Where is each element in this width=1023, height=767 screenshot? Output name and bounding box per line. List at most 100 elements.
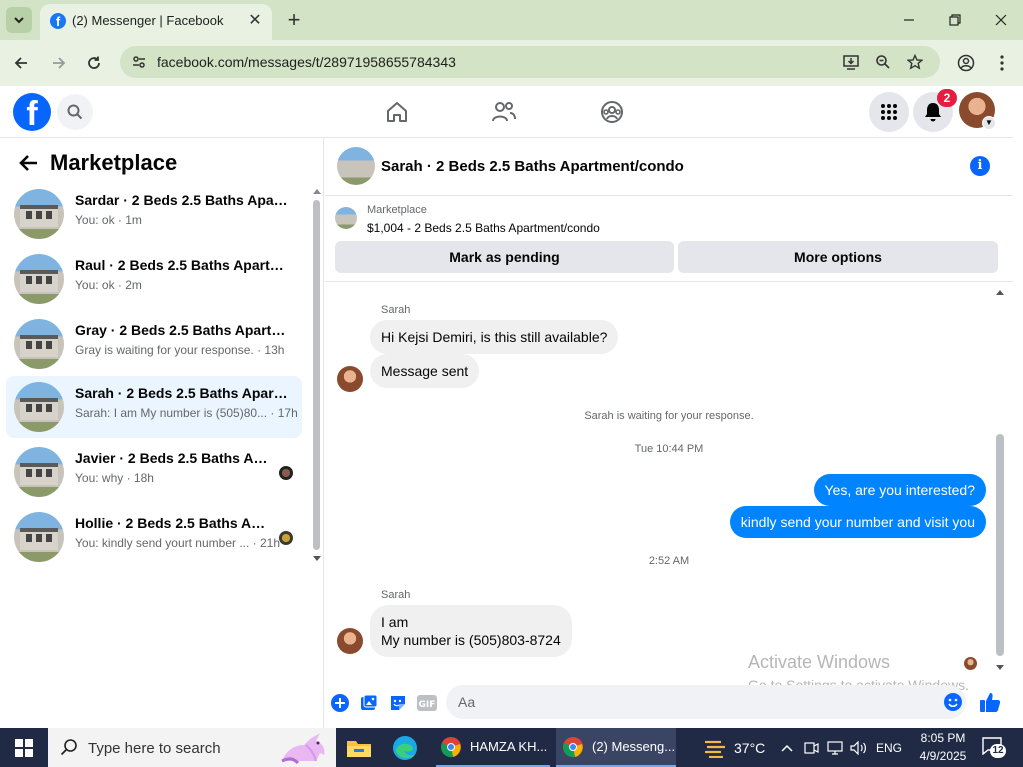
chat-list-item-active[interactable]: Sarah · 2 Beds 2.5 Baths Apartment/condo… xyxy=(6,376,302,438)
site-info-icon[interactable] xyxy=(130,53,148,71)
edge-icon xyxy=(393,735,417,760)
sticker-button[interactable] xyxy=(388,693,408,713)
facebook-search-button[interactable] xyxy=(57,94,93,130)
action-center-button[interactable]: 12 xyxy=(982,737,1006,759)
browser-tab-strip: f (2) Messenger | Facebook ✕ + xyxy=(0,0,1023,40)
network-icon[interactable] xyxy=(826,739,844,757)
listing-thumbnail xyxy=(335,207,357,229)
add-attachment-button[interactable] xyxy=(330,693,350,713)
chat-preview: You: ok · 1m xyxy=(75,213,142,227)
menu-grid-button[interactable] xyxy=(869,92,909,132)
info-icon[interactable]: i xyxy=(970,156,990,176)
listing-thumbnail xyxy=(14,512,64,562)
read-receipt-avatar xyxy=(964,657,977,670)
conversation-thumbnail[interactable] xyxy=(337,147,375,185)
listing-title[interactable]: $1,004 - 2 Beds 2.5 Baths Apartment/cond… xyxy=(367,221,600,235)
meet-now-icon[interactable] xyxy=(802,739,820,757)
message-bubble-incoming[interactable]: Message sent xyxy=(370,354,480,388)
chat-list-item[interactable]: Sardar · 2 Beds 2.5 Baths Apartment/cond… xyxy=(6,183,302,245)
taskbar-chrome-window-2[interactable]: (2) Messeng... xyxy=(556,728,676,767)
address-bar[interactable]: facebook.com/messages/t/2897195865578434… xyxy=(120,46,940,78)
clock-date[interactable]: 4/9/2025 xyxy=(916,749,970,763)
minimize-button[interactable] xyxy=(894,8,924,32)
photo-button[interactable] xyxy=(359,693,379,713)
message-scrollbar[interactable] xyxy=(996,289,1004,673)
message-scroll-thumb[interactable] xyxy=(996,434,1004,656)
back-button[interactable] xyxy=(10,52,32,74)
show-hidden-icons[interactable] xyxy=(778,739,796,757)
taskbar-file-explorer[interactable] xyxy=(346,728,376,767)
nav-friends[interactable] xyxy=(490,98,518,126)
chrome-profile-button[interactable] xyxy=(955,52,977,74)
weather-icon[interactable] xyxy=(702,739,728,758)
nav-groups[interactable] xyxy=(598,98,626,126)
chat-list-item[interactable]: Gray · 2 Beds 2.5 Baths Apartment/condo … xyxy=(6,313,302,375)
zoom-icon[interactable] xyxy=(874,53,892,71)
photo-icon xyxy=(361,694,378,710)
sidebar-scroll-thumb[interactable] xyxy=(313,200,320,550)
listing-thumbnail xyxy=(14,447,64,497)
chat-list-item[interactable]: Raul · 2 Beds 2.5 Baths Apartment/condo … xyxy=(6,248,302,310)
groups-icon xyxy=(601,101,623,123)
facebook-logo-icon[interactable]: f xyxy=(13,93,51,131)
message-line: I am xyxy=(381,614,409,630)
emoji-button[interactable] xyxy=(943,692,963,712)
back-arrow-icon[interactable] xyxy=(18,152,40,174)
gif-icon: GIF xyxy=(417,695,437,711)
like-button[interactable] xyxy=(978,690,1002,714)
message-bubble-outgoing[interactable]: kindly send your number and visit you xyxy=(729,506,986,538)
chat-preview: You: kindly send yourt number ... · 21h xyxy=(75,536,281,550)
chat-preview: You: why · 18h xyxy=(75,471,154,485)
weather-temperature[interactable]: 37°C xyxy=(734,740,765,756)
taskbar-edge[interactable] xyxy=(392,728,422,767)
bell-icon xyxy=(925,103,941,122)
sidebar-title: Marketplace xyxy=(50,150,178,175)
search-icon xyxy=(60,739,77,756)
sender-avatar[interactable] xyxy=(337,628,363,654)
more-options-button[interactable]: More options xyxy=(678,241,998,273)
chevron-down-icon[interactable]: ▼ xyxy=(982,116,996,130)
listing-category: Marketplace xyxy=(367,204,427,216)
seen-avatar-icon xyxy=(279,531,293,545)
restore-button[interactable] xyxy=(940,8,970,32)
tab-title: (2) Messenger | Facebook xyxy=(72,13,224,28)
reload-button[interactable] xyxy=(83,52,105,74)
chat-list-item[interactable]: Javier · 2 Beds 2.5 Baths Apartment/cond… xyxy=(6,441,302,503)
chrome-icon xyxy=(563,736,583,757)
close-window-button[interactable] xyxy=(986,8,1016,32)
sender-avatar[interactable] xyxy=(337,366,363,392)
message-input[interactable] xyxy=(446,685,966,719)
chat-name: Hollie · 2 Beds 2.5 Baths Apartment/cond… xyxy=(75,515,270,531)
message-bubble-outgoing[interactable]: Yes, are you interested? xyxy=(813,474,986,506)
input-language[interactable]: ENG xyxy=(876,741,902,755)
tab-close-icon[interactable]: ✕ xyxy=(246,12,264,30)
listing-thumbnail xyxy=(14,189,64,239)
browser-tab-active[interactable]: f (2) Messenger | Facebook ✕ xyxy=(40,4,272,40)
message-bubble-incoming[interactable]: I am My number is (505)803-8724 xyxy=(370,605,572,657)
install-app-icon[interactable] xyxy=(842,53,860,71)
grid-menu-icon xyxy=(881,104,897,120)
windows-taskbar: Type here to search HAMZA KH... (2) Mess… xyxy=(0,728,1023,767)
bookmark-star-icon[interactable] xyxy=(906,53,924,71)
tab-search-button[interactable] xyxy=(6,7,32,33)
taskbar-app-label: HAMZA KH... xyxy=(470,739,548,754)
taskbar-search-box[interactable]: Type here to search xyxy=(48,728,336,767)
svg-text:GIF: GIF xyxy=(419,700,436,710)
start-button[interactable] xyxy=(0,728,48,767)
gif-button[interactable]: GIF xyxy=(417,693,437,713)
conversation-title[interactable]: Sarah · 2 Beds 2.5 Baths Apartment/condo xyxy=(381,158,684,175)
more-vertical-icon xyxy=(1000,55,1004,71)
taskbar-chrome-window-1[interactable]: HAMZA KH... xyxy=(436,728,550,767)
nav-home[interactable] xyxy=(383,98,411,126)
volume-icon[interactable] xyxy=(850,739,868,757)
new-tab-button[interactable]: + xyxy=(284,9,304,31)
chat-list-item[interactable]: Hollie · 2 Beds 2.5 Baths Apartment/cond… xyxy=(6,506,302,568)
sender-name: Sarah xyxy=(381,304,411,316)
reload-icon xyxy=(88,56,100,69)
sidebar-scrollbar[interactable] xyxy=(313,188,321,561)
clock-time[interactable]: 8:05 PM xyxy=(916,731,970,745)
message-bubble-incoming[interactable]: Hi Kejsi Demiri, is this still available… xyxy=(370,320,619,354)
chrome-menu-button[interactable] xyxy=(991,52,1013,74)
forward-button[interactable] xyxy=(48,52,70,74)
mark-as-pending-button[interactable]: Mark as pending xyxy=(335,241,674,273)
